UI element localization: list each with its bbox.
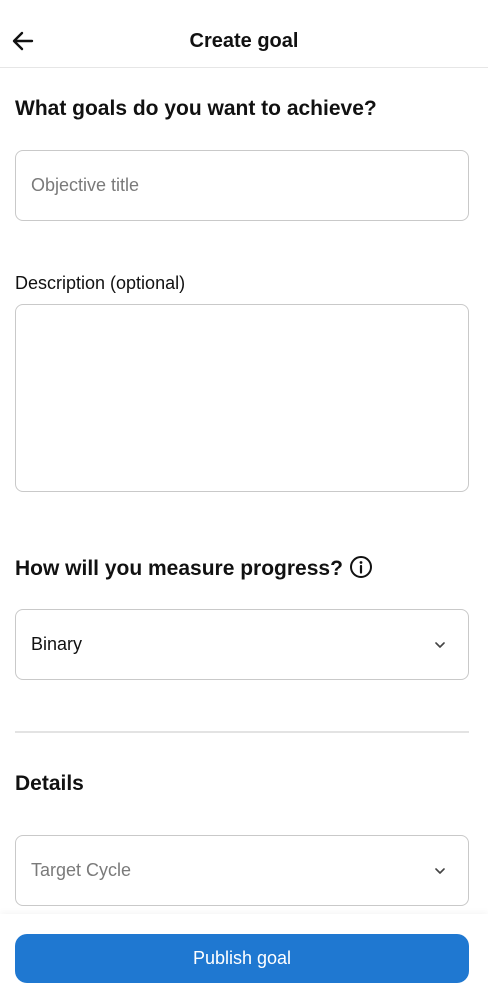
objective-title-field[interactable] [15,150,469,221]
publish-goal-button[interactable]: Publish goal [15,934,469,983]
objective-title-input[interactable] [16,151,468,220]
measure-heading-text: How will you measure progress? [15,557,343,580]
section-divider [15,731,469,733]
measure-select-value: Binary [31,634,83,654]
info-icon[interactable] [349,555,373,579]
target-cycle-select[interactable]: Target Cycle [15,835,469,906]
target-cycle-placeholder: Target Cycle [31,860,132,880]
measure-select[interactable]: Binary [15,609,469,680]
objective-heading: What goals do you want to achieve? [15,97,377,120]
page-title: Create goal [189,30,299,52]
description-field[interactable] [15,304,469,492]
details-heading: Details [15,772,84,795]
chevron-down-icon [433,864,447,878]
chevron-down-icon [433,638,447,652]
footer-bar: Publish goal [0,914,488,994]
description-label: Description (optional) [15,273,186,293]
top-bar: Create goal [0,0,488,68]
measure-heading: How will you measure progress? [15,555,373,581]
description-textarea[interactable] [16,305,468,491]
